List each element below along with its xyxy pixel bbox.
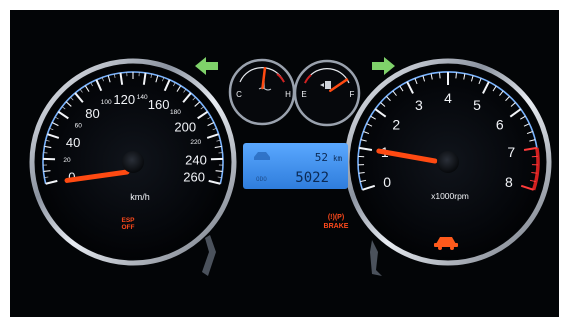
turn-left-arrow-icon: [195, 57, 218, 75]
fuel-empty-label: E: [301, 90, 306, 99]
cluster-graphics: 0 20 40 6080100 120 140 160180 200 220 240 260 km/…: [29, 57, 552, 276]
speed-tick-label: 120: [113, 92, 135, 107]
rpm-tick: [455, 72, 457, 79]
tachometer-hub: [437, 151, 459, 173]
fuel-full-label: F: [350, 90, 355, 99]
odometer-display: 52 km ODO 5022: [243, 143, 348, 189]
speed-tick: [215, 170, 223, 172]
rpm-tick-label: 6: [496, 116, 504, 132]
rpm-tick-label: 3: [415, 97, 423, 113]
speed-tick: [43, 170, 51, 172]
dimmer-knob: [370, 240, 382, 276]
rpm-tick-label: 4: [444, 90, 452, 106]
brake-warning-icon: (!)(P) BRAKE: [324, 214, 349, 230]
trip-unit: km: [333, 154, 343, 163]
temperature-gauge: C H: [228, 58, 296, 126]
speed-tick-label: 180: [170, 109, 181, 116]
esp-off-icon: ESP OFF: [121, 217, 135, 231]
speed-tick-label: 160: [148, 97, 170, 112]
speed-tick-label: 240: [185, 152, 207, 167]
rpm-unit-label: x1000rpm: [431, 191, 469, 201]
speed-unit-label: km/h: [130, 192, 150, 202]
speedometer-hub: [122, 151, 144, 173]
rpm-tick: [439, 72, 441, 79]
speed-tick-label: 260: [183, 170, 205, 185]
speed-tick-label: 60: [75, 123, 83, 130]
rpm-tick-label: 7: [507, 144, 515, 160]
speed-tick-label: 20: [63, 157, 71, 164]
odometer-total-value: 5022: [295, 170, 329, 186]
rpm-tick-label: 8: [505, 174, 513, 190]
trip-reset-knob: [202, 235, 216, 276]
esp-off-label: OFF: [122, 224, 135, 231]
temp-hot-label: H: [285, 90, 291, 99]
rpm-tick-label: 0: [383, 174, 391, 190]
temp-cold-label: C: [236, 90, 242, 99]
rpm-tick-label: 5: [473, 97, 481, 113]
brake-symbol: (!)(P): [328, 214, 344, 221]
speed-tick-label: 220: [190, 139, 201, 146]
turn-right-arrow-icon: [372, 57, 395, 75]
speed-tick-label: 140: [137, 94, 148, 101]
speed-tick-label: 80: [85, 106, 99, 121]
brake-label: BRAKE: [324, 223, 349, 230]
speed-tick-label: 40: [66, 135, 80, 150]
fuel-gauge: E F: [293, 59, 361, 127]
speedometer: 020406080100 120 140 160180200220240260 km/…: [29, 58, 237, 266]
speed-tick-label: 200: [174, 119, 196, 134]
trip-value: 52: [315, 151, 328, 164]
tachometer: 012345678 x1000rpm: [344, 58, 552, 266]
rpm-tick-label: 2: [392, 116, 400, 132]
instrument-cluster: 0 20 40 60 80 100 120 140 160 180 200 220 240 260 km/…: [0, 0, 569, 327]
speed-tick-label: 100: [101, 99, 112, 106]
esp-label: ESP: [121, 217, 135, 224]
odo-prefix: ODO: [256, 176, 267, 183]
